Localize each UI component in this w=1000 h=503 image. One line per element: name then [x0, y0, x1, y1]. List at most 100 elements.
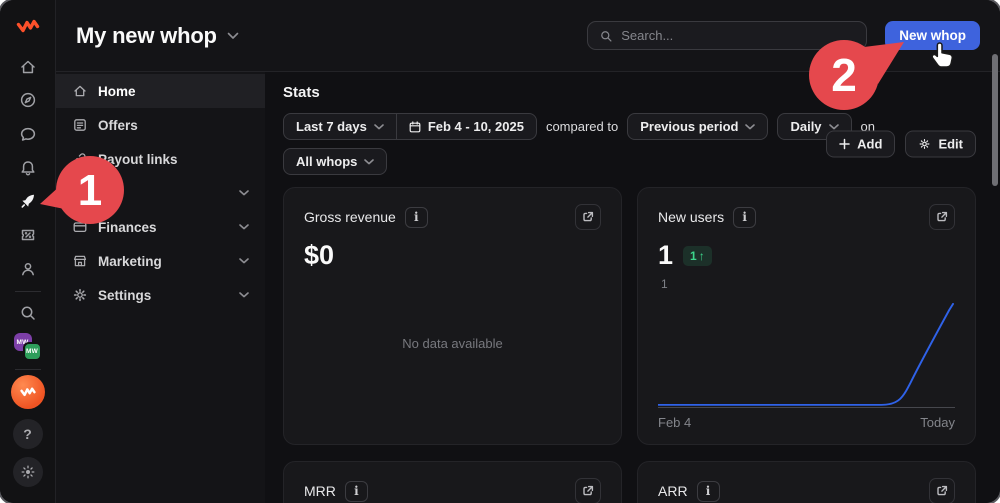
card-title: New users: [658, 209, 724, 225]
rail-divider: [15, 291, 41, 292]
empty-state-text: No data available: [284, 336, 621, 351]
line-series: [658, 303, 955, 408]
offers-icon: [72, 117, 88, 133]
ticket-icon[interactable]: [0, 218, 55, 252]
external-link-icon: [582, 211, 594, 223]
marketing-store-icon: [72, 253, 88, 269]
external-link-icon: [582, 485, 594, 497]
rail-divider-bottom: [15, 369, 41, 370]
sidebar-nav: Home Offers Payout links Finances Market…: [56, 72, 265, 503]
home-icon[interactable]: [0, 50, 55, 84]
notifications-bell-icon[interactable]: [0, 151, 55, 185]
search-input[interactable]: [621, 28, 855, 43]
sidebar-item-finances[interactable]: Finances: [56, 210, 265, 244]
x-label-start: Feb 4: [658, 415, 691, 430]
info-button[interactable]: i: [345, 481, 368, 502]
whop-scope-label: All whops: [296, 154, 357, 169]
compared-to-label: compared to: [546, 119, 618, 134]
expand-link-button[interactable]: [575, 204, 601, 230]
add-label: Add: [857, 137, 882, 152]
new-users-card: New users i 1 1↑ 1: [637, 187, 976, 445]
y-axis-tick: 1: [661, 277, 668, 291]
delta-value: 1: [690, 249, 697, 263]
sidebar-item-label: Finances: [98, 220, 157, 235]
expand-link-button[interactable]: [929, 204, 955, 230]
x-label-end: Today: [920, 415, 955, 430]
sidebar-item-label: Settings: [98, 288, 151, 303]
profile-icon[interactable]: [0, 252, 55, 286]
creator-rocket-icon[interactable]: [0, 185, 55, 219]
chevron-down-icon: [227, 32, 239, 40]
gross-revenue-card: Gross revenue i $0 No data available: [283, 187, 622, 445]
global-search[interactable]: [587, 21, 867, 50]
stats-cards-grid: Gross revenue i $0 No data available New…: [283, 187, 976, 503]
workspace-avatars[interactable]: MW MW: [0, 330, 55, 364]
info-button[interactable]: i: [697, 481, 720, 502]
external-link-icon: [936, 211, 948, 223]
up-arrow-icon: ↑: [699, 249, 705, 263]
help-icon[interactable]: ?: [13, 419, 43, 449]
sidebar-item-settings[interactable]: Settings: [56, 278, 265, 312]
date-range-control: Last 7 days Feb 4 - 10, 2025: [283, 113, 537, 140]
new-users-value: 1: [658, 240, 673, 271]
external-link-icon: [936, 485, 948, 497]
compare-period-label: Previous period: [640, 119, 738, 134]
date-range-label: Feb 4 - 10, 2025: [428, 119, 524, 134]
sidebar-item-offers[interactable]: Offers: [56, 108, 265, 142]
chevron-down-icon: [829, 124, 839, 130]
expand-link-button[interactable]: [575, 478, 601, 503]
whop-logo[interactable]: [15, 14, 41, 40]
new-users-chart: 1: [658, 303, 955, 408]
info-button[interactable]: i: [405, 207, 428, 228]
sidebar-item-label: Home: [98, 84, 136, 99]
new-whop-button[interactable]: New whop: [885, 21, 980, 50]
chevron-down-icon: [364, 159, 374, 165]
main-content: Stats Last 7 days Feb 4 - 10, 2025 compa…: [265, 72, 1000, 503]
settings-gear-icon: [72, 287, 88, 303]
chevron-down-icon: [374, 124, 384, 130]
whop-dashboard-window: MW MW ? My new whop New whop: [0, 0, 1000, 503]
compare-period-dropdown[interactable]: Previous period: [627, 113, 768, 140]
search-icon[interactable]: [0, 297, 55, 331]
edit-widgets-button[interactable]: Edit: [905, 131, 976, 158]
chevron-down-icon: [239, 292, 249, 298]
messages-icon[interactable]: [0, 117, 55, 151]
delta-badge: 1↑: [683, 246, 712, 266]
home-icon: [72, 83, 88, 99]
card-title: ARR: [658, 483, 688, 499]
date-range-picker[interactable]: Feb 4 - 10, 2025: [396, 114, 536, 139]
vertical-scrollbar[interactable]: [992, 54, 998, 186]
range-preset-dropdown[interactable]: Last 7 days: [284, 114, 396, 139]
sidebar-item-label: Marketing: [98, 254, 162, 269]
add-widget-button[interactable]: Add: [826, 131, 895, 158]
range-preset-label: Last 7 days: [296, 119, 367, 134]
titlebar: My new whop New whop: [56, 0, 1000, 72]
icon-rail: MW MW ?: [0, 0, 56, 503]
chevron-down-icon: [239, 190, 249, 196]
whop-switcher[interactable]: My new whop: [76, 23, 239, 49]
whop-scope-dropdown[interactable]: All whops: [283, 148, 387, 175]
discover-compass-icon[interactable]: [0, 83, 55, 117]
mrr-card: MRR i: [283, 461, 622, 503]
info-button[interactable]: i: [733, 207, 756, 228]
sidebar-item-home[interactable]: Home: [56, 74, 265, 108]
edit-label: Edit: [938, 137, 963, 152]
card-title: MRR: [304, 483, 336, 499]
whop-account-avatar[interactable]: [11, 375, 45, 409]
stats-heading: Stats: [283, 84, 976, 101]
workspace-avatar-green: MW: [23, 342, 42, 361]
expand-link-button[interactable]: [929, 478, 955, 503]
stats-filters: Last 7 days Feb 4 - 10, 2025 compared to…: [283, 113, 976, 175]
link-icon: [72, 151, 88, 167]
sidebar-item-payout-links[interactable]: Payout links: [56, 142, 265, 176]
card-title: Gross revenue: [304, 209, 396, 225]
arr-card: ARR i: [637, 461, 976, 503]
finances-card-icon: [72, 219, 88, 235]
sidebar-item-marketing[interactable]: Marketing: [56, 244, 265, 278]
search-icon: [599, 29, 613, 43]
plus-icon: [839, 139, 850, 150]
sidebar-item-hidden[interactable]: [56, 176, 265, 210]
theme-sparkle-icon[interactable]: [13, 457, 43, 487]
gear-icon: [918, 138, 931, 151]
calendar-icon: [409, 121, 421, 133]
